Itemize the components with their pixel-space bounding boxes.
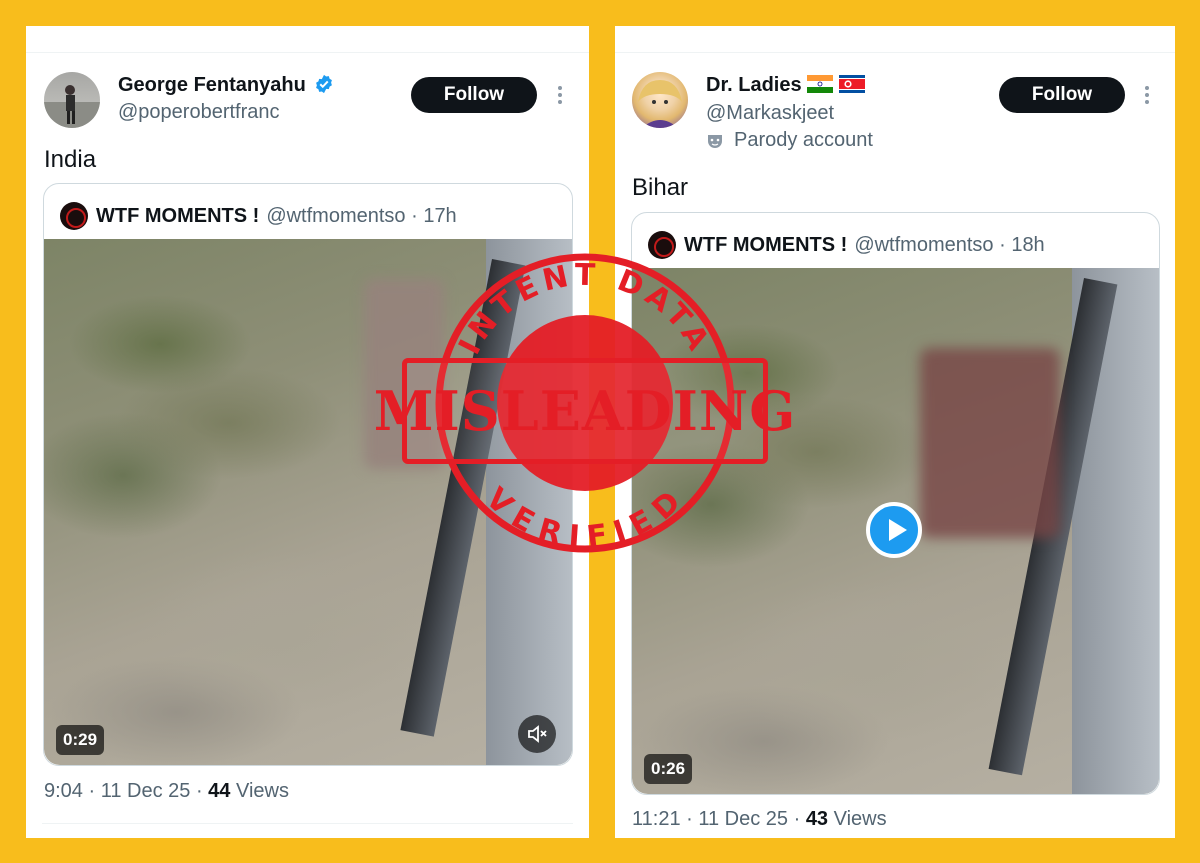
quoted-handle-time: @wtfmomentso · 18h: [854, 233, 1045, 256]
avatar[interactable]: [44, 72, 100, 128]
views-count: 43: [805, 808, 829, 830]
quoted-handle-time: @wtfmomentso · 17h: [266, 204, 457, 227]
parody-mask-icon: [708, 134, 722, 148]
north-korea-flag-icon: [838, 75, 865, 93]
divider: [42, 823, 573, 824]
follow-button[interactable]: Follow: [999, 77, 1125, 113]
quoted-tweet-header: WTF MOMENTS ! @wtfmomentso · 17h: [60, 202, 457, 230]
display-name[interactable]: Dr. Ladies: [706, 74, 865, 97]
stamp-main-text: MISLEADING: [374, 358, 795, 464]
user-handle[interactable]: @poperobertfranc: [118, 101, 280, 124]
play-icon[interactable]: [866, 502, 922, 558]
india-flag-icon: [807, 75, 834, 93]
user-handle[interactable]: @Markaskjeet: [706, 102, 834, 125]
views-count: 44: [208, 780, 231, 802]
quoted-display-name: WTF MOMENTS !: [96, 204, 260, 227]
tweet-text: India: [44, 146, 97, 173]
views-label: Views: [833, 808, 887, 830]
divider: [615, 52, 1175, 53]
blurred-person: [920, 348, 1060, 538]
avatar[interactable]: [632, 72, 688, 128]
tweet-timestamp[interactable]: 9:04 · 11 Dec 25 · 44 Views: [44, 780, 289, 803]
views-label: Views: [235, 780, 289, 802]
parody-label: Parody account: [706, 129, 873, 152]
video-duration: 0:29: [56, 725, 105, 755]
verified-badge-icon: [316, 74, 333, 94]
video-duration: 0:26: [644, 754, 693, 784]
tweet-timestamp[interactable]: 11:21 · 11 Dec 25 · 43 Views: [632, 808, 887, 831]
stamp-bottom-text: VERIFIED: [479, 481, 692, 555]
more-icon[interactable]: [1137, 83, 1157, 107]
follow-button[interactable]: Follow: [411, 77, 537, 113]
more-icon[interactable]: [550, 83, 570, 107]
mute-icon[interactable]: [518, 715, 556, 753]
quoted-avatar: [60, 202, 88, 230]
display-name[interactable]: George Fentanyahu: [118, 74, 334, 97]
divider: [26, 52, 589, 53]
tweet-text: Bihar: [632, 174, 689, 201]
